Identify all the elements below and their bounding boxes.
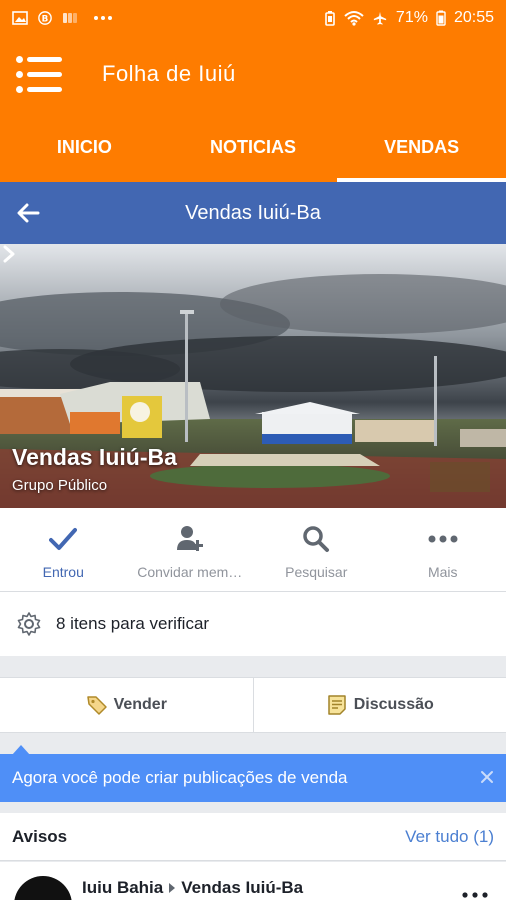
more-label: Mais bbox=[427, 564, 458, 580]
app-bar: Folha de Iuiú bbox=[0, 36, 506, 112]
pending-items-row[interactable]: 8 itens para verificar bbox=[0, 592, 506, 656]
group-name: Vendas Iuiú-Ba bbox=[12, 444, 177, 470]
tab-noticias[interactable]: NOTICIAS bbox=[169, 112, 338, 182]
pending-items-text: 8 itens para verificar bbox=[56, 614, 210, 633]
sell-button[interactable]: Vender bbox=[0, 678, 253, 732]
announcements-label: Avisos bbox=[12, 826, 68, 846]
group-privacy: Grupo Público bbox=[12, 477, 108, 494]
battery-icon bbox=[436, 10, 446, 26]
sales-tip-banner: Agora você pode criar publicações de ven… bbox=[0, 754, 506, 802]
status-bar: B 71% 20:55 bbox=[0, 0, 506, 36]
gear-icon bbox=[17, 612, 41, 636]
overflow-dots-icon bbox=[94, 16, 112, 20]
invite-members-button[interactable]: Convidar mem… bbox=[127, 508, 254, 591]
note-icon bbox=[327, 695, 346, 715]
group-actions: Entrou Convidar mem… Pesquisar Mais bbox=[0, 508, 506, 592]
tab-vendas[interactable]: VENDAS bbox=[337, 112, 506, 182]
back-arrow-icon bbox=[17, 203, 40, 223]
group-header-bar: Vendas Iuiú-Ba bbox=[0, 182, 506, 244]
image-icon bbox=[12, 11, 28, 25]
battery-percent: 71% bbox=[395, 9, 428, 26]
sell-label: Vender bbox=[113, 696, 167, 713]
app-title: Folha de Iuiú bbox=[102, 61, 236, 86]
tag-icon bbox=[86, 696, 107, 715]
search-icon bbox=[303, 526, 330, 552]
nfc-icon bbox=[63, 13, 77, 23]
battery-saver-icon bbox=[325, 11, 335, 26]
post-header: Iuiu Bahia Vendas Iuiú-Ba bbox=[82, 878, 303, 898]
avatar[interactable] bbox=[14, 876, 72, 900]
menu-icon[interactable] bbox=[16, 54, 62, 94]
b-badge-icon: B bbox=[38, 11, 52, 25]
close-icon[interactable] bbox=[480, 770, 494, 784]
screen: B 71% 20:55 Folha de Iuiú INICIO NOTICIA… bbox=[0, 0, 506, 900]
back-button[interactable] bbox=[0, 182, 56, 244]
post-options-icon[interactable] bbox=[462, 892, 488, 898]
search-label: Pesquisar bbox=[285, 564, 348, 580]
discussion-label: Discussão bbox=[353, 696, 434, 713]
post-card: Iuiu Bahia Vendas Iuiú-Ba bbox=[0, 862, 506, 900]
post-group[interactable]: Vendas Iuiú-Ba bbox=[181, 878, 303, 898]
group-cover-photo[interactable]: Vendas Iuiú-Ba Grupo Público bbox=[0, 244, 506, 508]
add-member-icon bbox=[176, 526, 203, 551]
more-icon bbox=[428, 535, 458, 543]
check-icon bbox=[49, 528, 78, 550]
group-header-title: Vendas Iuiú-Ba bbox=[185, 201, 321, 224]
see-all-link[interactable]: Ver tudo (1) bbox=[405, 827, 494, 847]
tab-inicio[interactable]: INICIO bbox=[0, 112, 169, 182]
more-button[interactable]: Mais bbox=[380, 508, 506, 591]
invite-members-label: Convidar mem… bbox=[137, 564, 243, 580]
discussion-button[interactable]: Discussão bbox=[252, 678, 506, 732]
tip-text: Agora você pode criar publicações de ven… bbox=[12, 768, 348, 787]
svg-text:B: B bbox=[42, 15, 49, 25]
clock: 20:55 bbox=[453, 9, 494, 26]
arrow-right-icon bbox=[169, 883, 176, 893]
tab-bar: INICIO NOTICIAS VENDAS bbox=[0, 112, 506, 182]
wifi-icon bbox=[344, 11, 364, 26]
chevron-right-icon bbox=[3, 245, 15, 263]
airplane-icon bbox=[373, 11, 387, 25]
joined-label: Entrou bbox=[42, 564, 84, 580]
post-type-row: Vender Discussão bbox=[0, 677, 506, 733]
joined-button[interactable]: Entrou bbox=[0, 508, 127, 591]
search-button[interactable]: Pesquisar bbox=[253, 508, 380, 591]
post-author[interactable]: Iuiu Bahia bbox=[82, 878, 163, 898]
announcements-header: Avisos Ver tudo (1) bbox=[0, 813, 506, 861]
